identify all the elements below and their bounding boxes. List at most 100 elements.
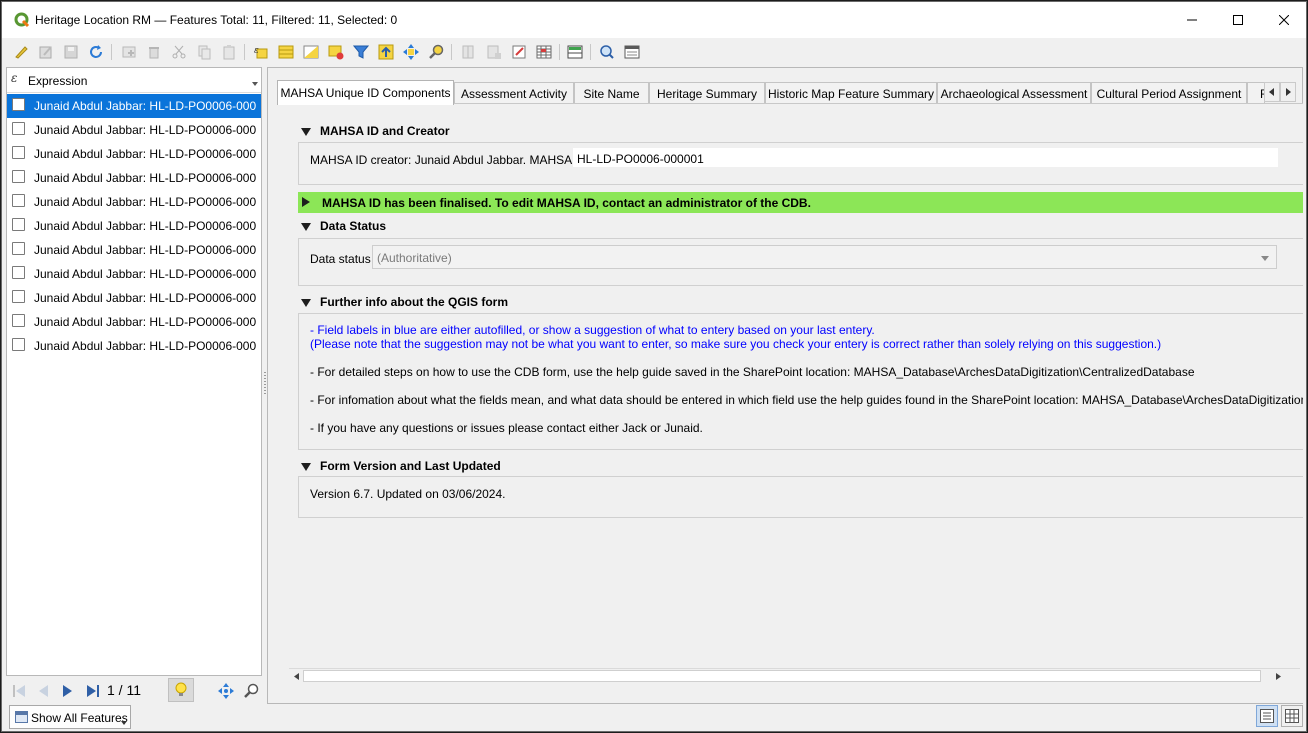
save-edits-button[interactable] [61,42,81,62]
minimize-button[interactable] [1169,2,1215,38]
list-item[interactable]: Junaid Abdul Jabbar: HL-LD-PO0006-000011 [7,334,261,358]
move-selection-top-button[interactable] [376,42,396,62]
previous-feature-button[interactable] [34,682,52,700]
feature-checkbox[interactable] [12,218,25,231]
feature-label: Junaid Abdul Jabbar: HL-LD-PO0006-000007 [34,243,256,257]
data-status-value: (Authoritative) [377,251,452,265]
filter-button[interactable] [351,42,371,62]
list-item[interactable]: Junaid Abdul Jabbar: HL-LD-PO0006-000001 [7,94,261,118]
scroll-left-button[interactable] [289,670,303,682]
feature-label: Junaid Abdul Jabbar: HL-LD-PO0006-000009 [34,291,256,305]
table-view-button[interactable] [1281,705,1303,727]
list-item[interactable]: Junaid Abdul Jabbar: HL-LD-PO0006-000008 [7,262,261,286]
horizontal-scrollbar[interactable] [289,668,1300,682]
section-title-mahsa-id[interactable]: MAHSA ID and Creator [320,124,450,138]
select-all-button[interactable] [276,42,296,62]
delete-feature-button[interactable] [144,42,164,62]
list-item[interactable]: Junaid Abdul Jabbar: HL-LD-PO0006-000007 [7,238,261,262]
tab-heritage-summary[interactable]: Heritage Summary [649,82,765,104]
feature-checkbox[interactable] [12,266,25,279]
feature-checkbox[interactable] [12,122,25,135]
actions-button[interactable] [597,42,617,62]
panel-splitter[interactable] [264,372,266,396]
feature-checkbox[interactable] [12,338,25,351]
list-item[interactable]: Junaid Abdul Jabbar: HL-LD-PO0006-000009 [7,286,261,310]
list-item[interactable]: Junaid Abdul Jabbar: HL-LD-PO0006-000005 [7,190,261,214]
feature-checkbox[interactable] [12,314,25,327]
tab-historic-map-feature-summary[interactable]: Historic Map Feature Summary [765,82,937,104]
tab-cultural-period-assignment[interactable]: Cultural Period Assignment [1091,82,1247,104]
tab-archaeological-assessment[interactable]: Archaeological Assessment [937,82,1091,104]
feature-checkbox[interactable] [12,242,25,255]
tab-site-name[interactable]: Site Name [574,82,649,104]
list-item[interactable]: Junaid Abdul Jabbar: HL-LD-PO0006-000010 [7,310,261,334]
feature-checkbox[interactable] [12,98,25,111]
collapse-triangle-icon[interactable] [301,128,311,136]
add-feature-button[interactable] [119,42,139,62]
dock-table-button[interactable] [565,42,585,62]
mahsa-id-field[interactable]: HL-LD-PO0006-000001 [573,148,1278,167]
section-title-form-version[interactable]: Form Version and Last Updated [320,459,501,473]
zoom-to-selection-button[interactable] [426,42,446,62]
list-item[interactable]: Junaid Abdul Jabbar: HL-LD-PO0006-000006 [7,214,261,238]
toolbar-separator [559,44,560,60]
collapse-triangle-icon[interactable] [301,299,311,307]
delete-field-button[interactable] [484,42,504,62]
paste-icon [223,45,235,60]
first-feature-button[interactable] [10,682,28,700]
field-calculator-button[interactable] [534,42,554,62]
new-field-button[interactable] [459,42,479,62]
collapse-triangle-icon[interactable] [301,223,311,231]
feature-checkbox[interactable] [12,194,25,207]
feature-checkbox[interactable] [12,290,25,303]
title-bar: Heritage Location RM — Features Total: 1… [2,2,1306,38]
tab-assessment-activity[interactable]: Assessment Activity [454,82,574,104]
scroll-right-button[interactable] [1271,670,1285,682]
table-icon [15,711,28,723]
feature-filter-dropdown[interactable]: Show All Features [9,705,131,729]
chevron-down-icon[interactable] [252,82,258,86]
next-feature-button[interactable] [59,682,77,700]
copy-button[interactable] [194,42,214,62]
section-title-further-info[interactable]: Further info about the QGIS form [320,295,508,309]
form-view-toolbar-button[interactable] [622,42,642,62]
last-feature-button[interactable] [84,682,102,700]
list-item[interactable]: Junaid Abdul Jabbar: HL-LD-PO0006-000004 [7,166,261,190]
maximize-button[interactable] [1215,2,1261,38]
delete-feature-icon [149,47,159,59]
pan-to-feature-button[interactable] [217,682,235,700]
zoom-to-selection-icon [429,44,444,59]
scrollbar-thumb[interactable] [303,670,1261,682]
select-expression-icon: ε [254,46,268,59]
invert-selection-button[interactable] [301,42,321,62]
collapse-triangle-icon[interactable] [301,463,311,471]
toggle-editing-button[interactable] [11,42,31,62]
paste-button[interactable] [219,42,239,62]
tab-scroll-left-button[interactable] [1264,82,1280,102]
zoom-to-feature-button[interactable] [242,682,260,700]
window-title: Heritage Location RM — Features Total: 1… [35,13,398,27]
form-view-button[interactable] [1256,705,1278,727]
tab-mahsa-unique-id-components[interactable]: MAHSA Unique ID Components [277,80,454,105]
expression-selector[interactable]: ε Expression [7,68,261,93]
reload-button[interactable] [86,42,106,62]
cut-button[interactable] [169,42,189,62]
section-title-data-status[interactable]: Data Status [320,219,386,233]
toggle-multi-edit-button[interactable] [509,42,529,62]
highlight-feature-toggle[interactable] [168,678,194,702]
tab-scroll-right-button[interactable] [1280,82,1296,102]
list-item[interactable]: Junaid Abdul Jabbar: HL-LD-PO0006-000003 [7,142,261,166]
finalised-banner[interactable]: MAHSA ID has been finalised. To edit MAH… [298,192,1303,213]
list-item[interactable]: Junaid Abdul Jabbar: HL-LD-PO0006-000002 [7,118,261,142]
tab-truncated[interactable]: R [1247,82,1265,104]
data-status-select[interactable]: (Authoritative) [372,245,1277,269]
select-by-expression-button[interactable]: ε [251,42,271,62]
conditional-formatting-icon [536,45,552,59]
deselect-all-button[interactable] [326,42,346,62]
feature-checkbox[interactable] [12,146,25,159]
pan-to-selection-button[interactable] [401,42,421,62]
multi-edit-button[interactable] [36,42,56,62]
close-button[interactable] [1261,2,1306,38]
feature-checkbox[interactable] [12,170,25,183]
save-edits-icon [64,45,78,59]
